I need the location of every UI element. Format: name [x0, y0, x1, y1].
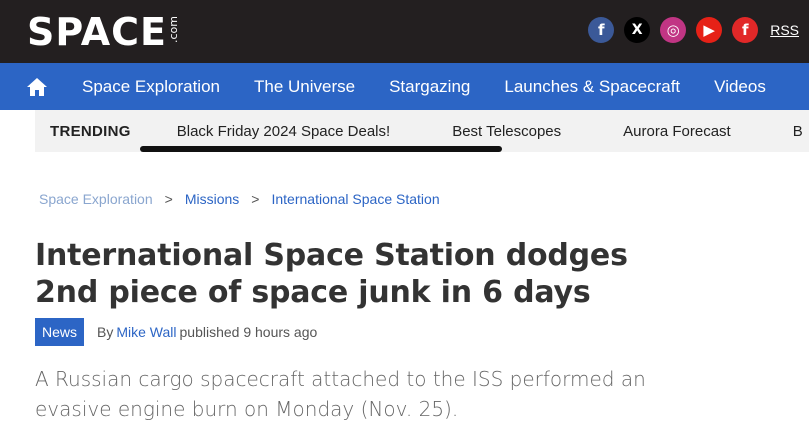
breadcrumb-separator: > [164, 191, 173, 207]
published-time: published 9 hours ago [179, 324, 318, 340]
social-links: f X ◎ ▶ f RSS [588, 17, 799, 43]
home-icon[interactable] [8, 63, 66, 110]
nav-space-exploration[interactable]: Space Exploration [82, 77, 220, 97]
rss-link[interactable]: RSS [770, 22, 799, 38]
nav-launches-spacecraft[interactable]: Launches & Spacecraft [504, 77, 680, 97]
youtube-icon[interactable]: ▶ [696, 17, 723, 43]
breadcrumb-missions[interactable]: Missions [185, 191, 239, 207]
trending-label: TRENDING [50, 122, 131, 140]
site-header: SPACE .com f X ◎ ▶ f RSS [0, 0, 809, 63]
site-logo[interactable]: SPACE .com [27, 12, 180, 52]
breadcrumb-separator: > [251, 191, 260, 207]
article-summary: A Russian cargo spacecraft attached to t… [35, 367, 646, 421]
nav-stargazing[interactable]: Stargazing [389, 77, 470, 97]
breadcrumb-iss[interactable]: International Space Station [271, 191, 439, 207]
trending-scrollbar[interactable] [140, 146, 502, 152]
news-badge[interactable]: News [35, 318, 85, 346]
article-title: International Space Station dodges 2nd p… [35, 238, 628, 310]
main-nav: Space Exploration The Universe Stargazin… [0, 63, 809, 110]
flipboard-icon[interactable]: f [732, 17, 759, 43]
logo-com-text: .com [167, 16, 180, 43]
trending-item[interactable]: Aurora Forecast [623, 123, 731, 140]
instagram-icon[interactable]: ◎ [660, 17, 687, 43]
article-meta: News By Mike Wall published 9 hours ago [35, 318, 317, 346]
facebook-icon[interactable]: f [588, 17, 615, 43]
breadcrumb: Space Exploration > Missions > Internati… [39, 191, 440, 207]
logo-text: SPACE [27, 10, 167, 54]
breadcrumb-space-exploration[interactable]: Space Exploration [39, 191, 153, 207]
trending-item[interactable]: Black Friday 2024 Space Deals! [177, 123, 390, 140]
x-icon[interactable]: X [624, 17, 651, 43]
nav-the-universe[interactable]: The Universe [254, 77, 355, 97]
trending-item[interactable]: Best Telescopes [452, 123, 561, 140]
nav-videos[interactable]: Videos [714, 77, 766, 97]
byline-prefix: By [97, 324, 114, 340]
trending-item[interactable]: B [793, 123, 803, 140]
author-link[interactable]: Mike Wall [116, 324, 176, 340]
